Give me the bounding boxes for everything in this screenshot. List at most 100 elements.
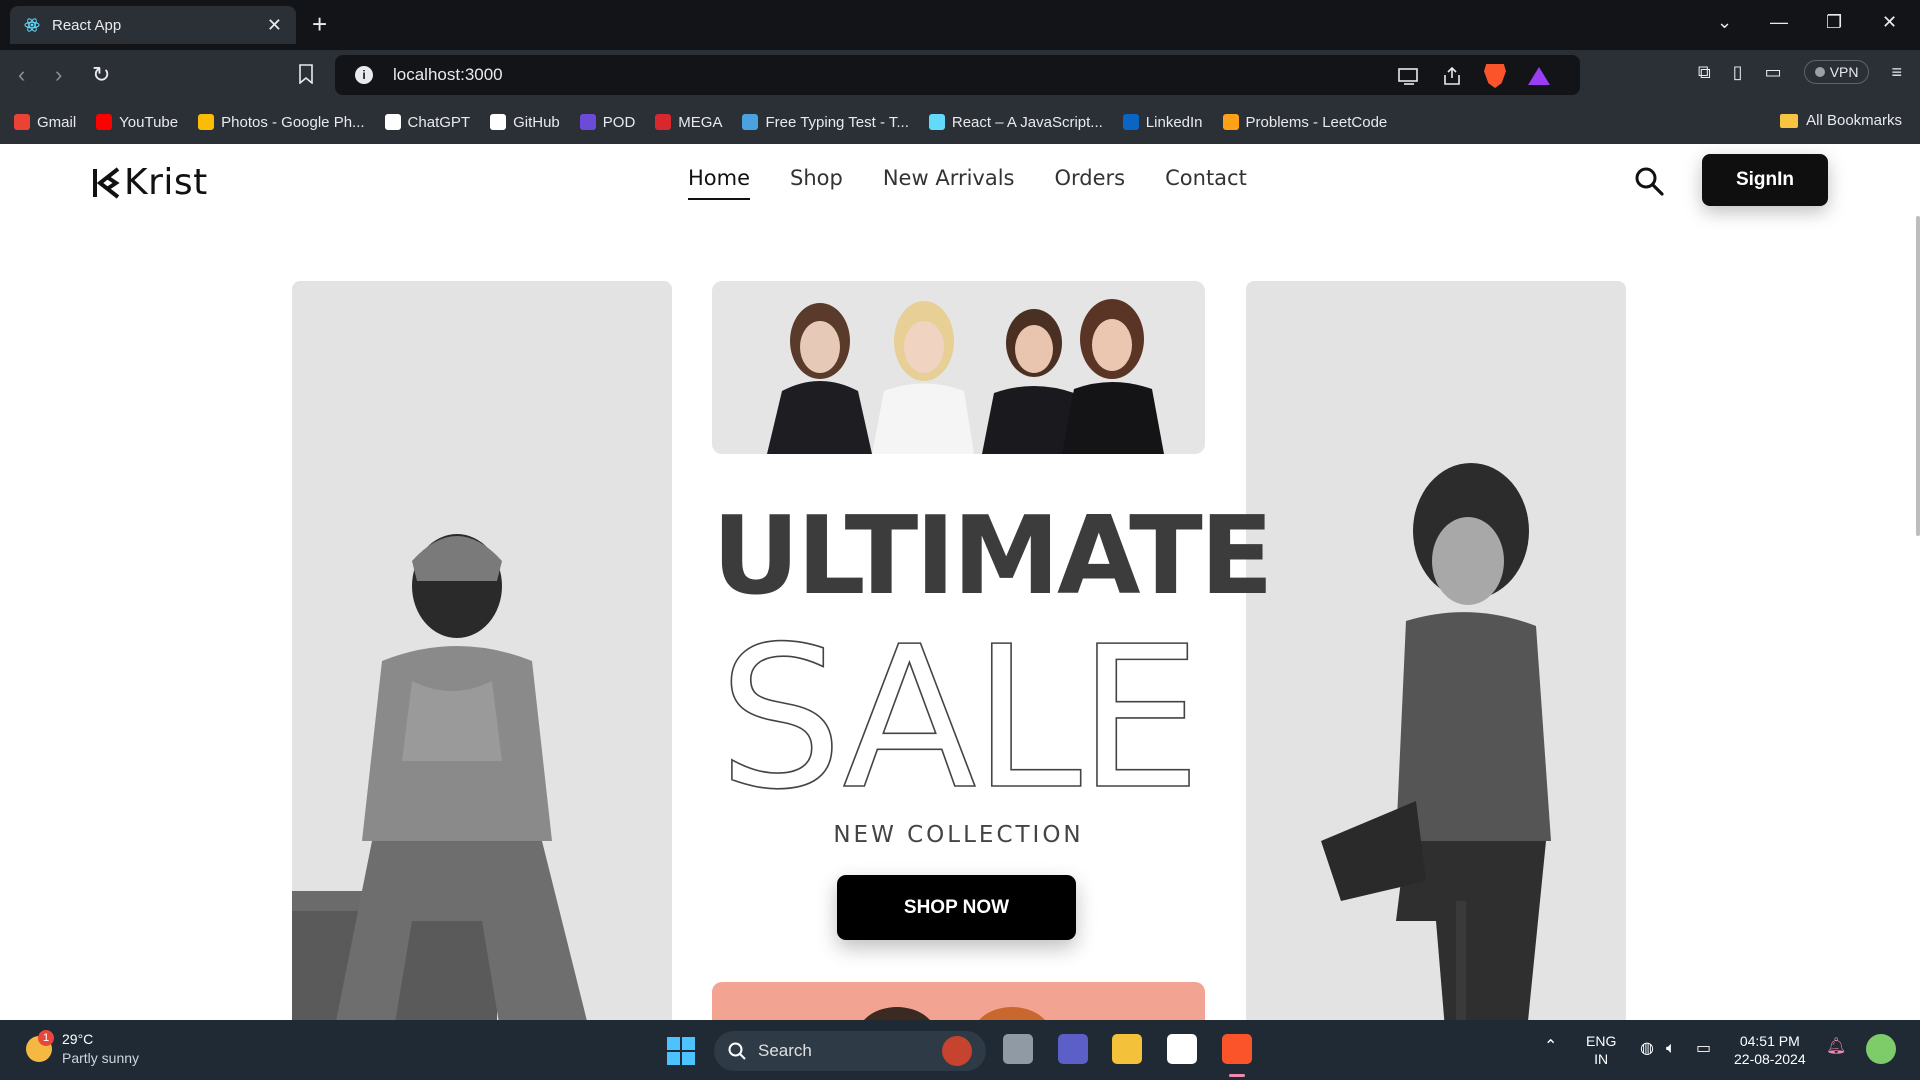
language-bottom: IN xyxy=(1594,1051,1609,1067)
search-icon[interactable] xyxy=(1634,166,1664,196)
brave-shields-icon[interactable] xyxy=(1484,64,1506,88)
all-bookmarks-label: All Bookmarks xyxy=(1806,112,1902,129)
taskbar-search[interactable]: Search xyxy=(714,1031,986,1071)
restore-icon[interactable]: ❐ xyxy=(1826,12,1842,33)
weather-temp: 29°C xyxy=(62,1031,94,1047)
tab-search-chevron-icon[interactable]: ⌄ xyxy=(1717,12,1732,33)
nav-shop[interactable]: Shop xyxy=(790,166,843,200)
play-store-icon[interactable] xyxy=(1167,1034,1197,1064)
hero-image-group xyxy=(712,281,1205,454)
signin-button[interactable]: SignIn xyxy=(1702,154,1828,206)
bookmark-item[interactable]: POD xyxy=(579,113,636,131)
nav-orders[interactable]: Orders xyxy=(1055,166,1126,200)
clock[interactable]: 04:51 PM 22-08-2024 xyxy=(1734,1032,1806,1068)
hero-image-bottom xyxy=(712,982,1205,1020)
hero-outline-word: SALE xyxy=(718,614,1203,804)
bookmark-item[interactable]: MEGA xyxy=(655,114,722,131)
reload-icon[interactable]: ↻ xyxy=(92,62,110,88)
sidebar-icon[interactable]: ▯ xyxy=(1733,62,1743,83)
vpn-button[interactable]: VPN xyxy=(1803,60,1870,84)
bookmark-favicon-icon xyxy=(579,114,596,130)
language-top: ENG xyxy=(1586,1033,1617,1049)
close-window-icon[interactable]: ✕ xyxy=(1882,12,1897,33)
new-tab-icon[interactable]: + xyxy=(312,10,327,38)
bookmark-favicon-icon xyxy=(1122,114,1139,130)
network-icon[interactable]: ◍ xyxy=(1640,1040,1654,1058)
nav-new-arrivals[interactable]: New Arrivals xyxy=(883,166,1015,200)
page-scrollbar[interactable] xyxy=(1916,216,1920,536)
bookmark-label: Free Typing Test - T... xyxy=(765,113,909,131)
brave-rewards-icon[interactable] xyxy=(1528,67,1550,85)
wallet-icon[interactable]: ▭ xyxy=(1765,62,1782,83)
active-app-indicator xyxy=(1229,1074,1245,1077)
brave-browser-icon[interactable] xyxy=(1222,1034,1252,1064)
tab-title: React App xyxy=(52,16,122,34)
share-icon[interactable] xyxy=(1442,66,1462,86)
partly-sunny-icon: 1 xyxy=(26,1030,54,1062)
weather-widget[interactable]: 1 29°C Partly sunny xyxy=(26,1030,139,1068)
bookmark-label: Photos - Google Ph... xyxy=(221,113,365,131)
notification-bell-icon[interactable]: 🔔︎ xyxy=(1826,1038,1846,1056)
address-bar[interactable]: i localhost:3000 xyxy=(335,55,1580,95)
teams-icon[interactable] xyxy=(1058,1034,1088,1064)
nav-home[interactable]: Home xyxy=(688,166,751,200)
bookmark-label: GitHub xyxy=(513,113,560,131)
bookmark-item[interactable]: Photos - Google Ph... xyxy=(198,113,365,131)
hero-image-right xyxy=(1246,281,1626,1020)
hero-subtitle: NEW COLLECTION xyxy=(833,822,1084,848)
page-content: Krist Home Shop New Arrivals Orders Cont… xyxy=(0,144,1920,1020)
close-tab-icon[interactable]: ✕ xyxy=(267,15,282,36)
shop-now-button[interactable]: SHOP NOW xyxy=(837,875,1076,940)
extensions-icon[interactable]: ⧉ xyxy=(1698,62,1711,83)
bookmark-favicon-icon xyxy=(96,114,113,130)
svg-text:SALE: SALE xyxy=(718,614,1197,804)
hidden-icons-chevron-icon[interactable]: ⌃ xyxy=(1544,1038,1557,1056)
site-info-icon[interactable]: i xyxy=(355,66,373,84)
battery-icon[interactable]: ▭ xyxy=(1696,1040,1711,1058)
install-app-icon[interactable] xyxy=(1398,67,1420,85)
main-nav: Home Shop New Arrivals Orders Contact xyxy=(688,166,1247,200)
bookmark-favicon-icon xyxy=(655,114,672,130)
bookmark-item[interactable]: Free Typing Test - T... xyxy=(742,113,909,131)
windows-taskbar: 1 29°C Partly sunny Search ⌃ ENG IN ◍ 🔈︎… xyxy=(0,1020,1920,1080)
minimize-icon[interactable]: — xyxy=(1770,12,1788,33)
copilot-icon[interactable] xyxy=(1866,1034,1896,1064)
bookmark-favicon-icon xyxy=(198,114,215,130)
taskbar-search-label: Search xyxy=(758,1041,812,1060)
all-bookmarks-button[interactable]: All Bookmarks xyxy=(1780,112,1902,129)
nav-contact[interactable]: Contact xyxy=(1165,166,1247,200)
bookmark-label: POD xyxy=(602,113,636,131)
windows-start-icon[interactable] xyxy=(667,1037,695,1065)
bookmark-page-icon[interactable] xyxy=(298,64,314,84)
forward-icon[interactable]: › xyxy=(55,62,62,88)
taskbar-search-icon xyxy=(728,1042,746,1060)
file-explorer-icon[interactable] xyxy=(1112,1034,1142,1064)
search-highlight-icon xyxy=(942,1036,972,1066)
language-indicator[interactable]: ENG IN xyxy=(1586,1032,1616,1068)
site-logo[interactable]: Krist xyxy=(92,162,208,203)
clock-date: 22-08-2024 xyxy=(1734,1051,1806,1067)
bookmark-label: Problems - LeetCode xyxy=(1245,113,1388,131)
menu-icon[interactable]: ≡ xyxy=(1891,62,1902,83)
bookmark-favicon-icon xyxy=(14,114,30,130)
group-women-image xyxy=(767,299,1164,454)
bookmark-label: ChatGPT xyxy=(407,113,471,131)
vpn-status-icon xyxy=(1814,67,1825,77)
bookmark-item[interactable]: React – A JavaScript... xyxy=(928,114,1103,131)
url-text[interactable]: localhost:3000 xyxy=(393,65,503,85)
bookmark-item[interactable]: LinkedIn xyxy=(1122,114,1203,131)
task-view-icon[interactable] xyxy=(1003,1034,1033,1064)
bookmark-item[interactable]: Problems - LeetCode xyxy=(1222,113,1388,131)
bookmark-item[interactable]: GitHub xyxy=(490,114,560,131)
bookmark-favicon-icon xyxy=(1222,114,1239,130)
krist-logo-icon xyxy=(93,166,120,199)
back-icon[interactable]: ‹ xyxy=(18,62,25,88)
bookmark-item[interactable]: YouTube xyxy=(96,114,178,131)
bookmark-item[interactable]: ChatGPT xyxy=(384,113,471,131)
volume-icon[interactable]: 🔈︎ xyxy=(1666,1040,1676,1058)
browser-tab[interactable]: React App ✕ xyxy=(10,6,296,44)
standing-man-image xyxy=(1321,463,1551,1020)
browser-right-tools: ⧉ ▯ ▭ VPN ≡ xyxy=(1698,60,1902,84)
bottom-models-image xyxy=(864,1007,1045,1020)
bookmark-item[interactable]: Gmail xyxy=(14,114,76,131)
